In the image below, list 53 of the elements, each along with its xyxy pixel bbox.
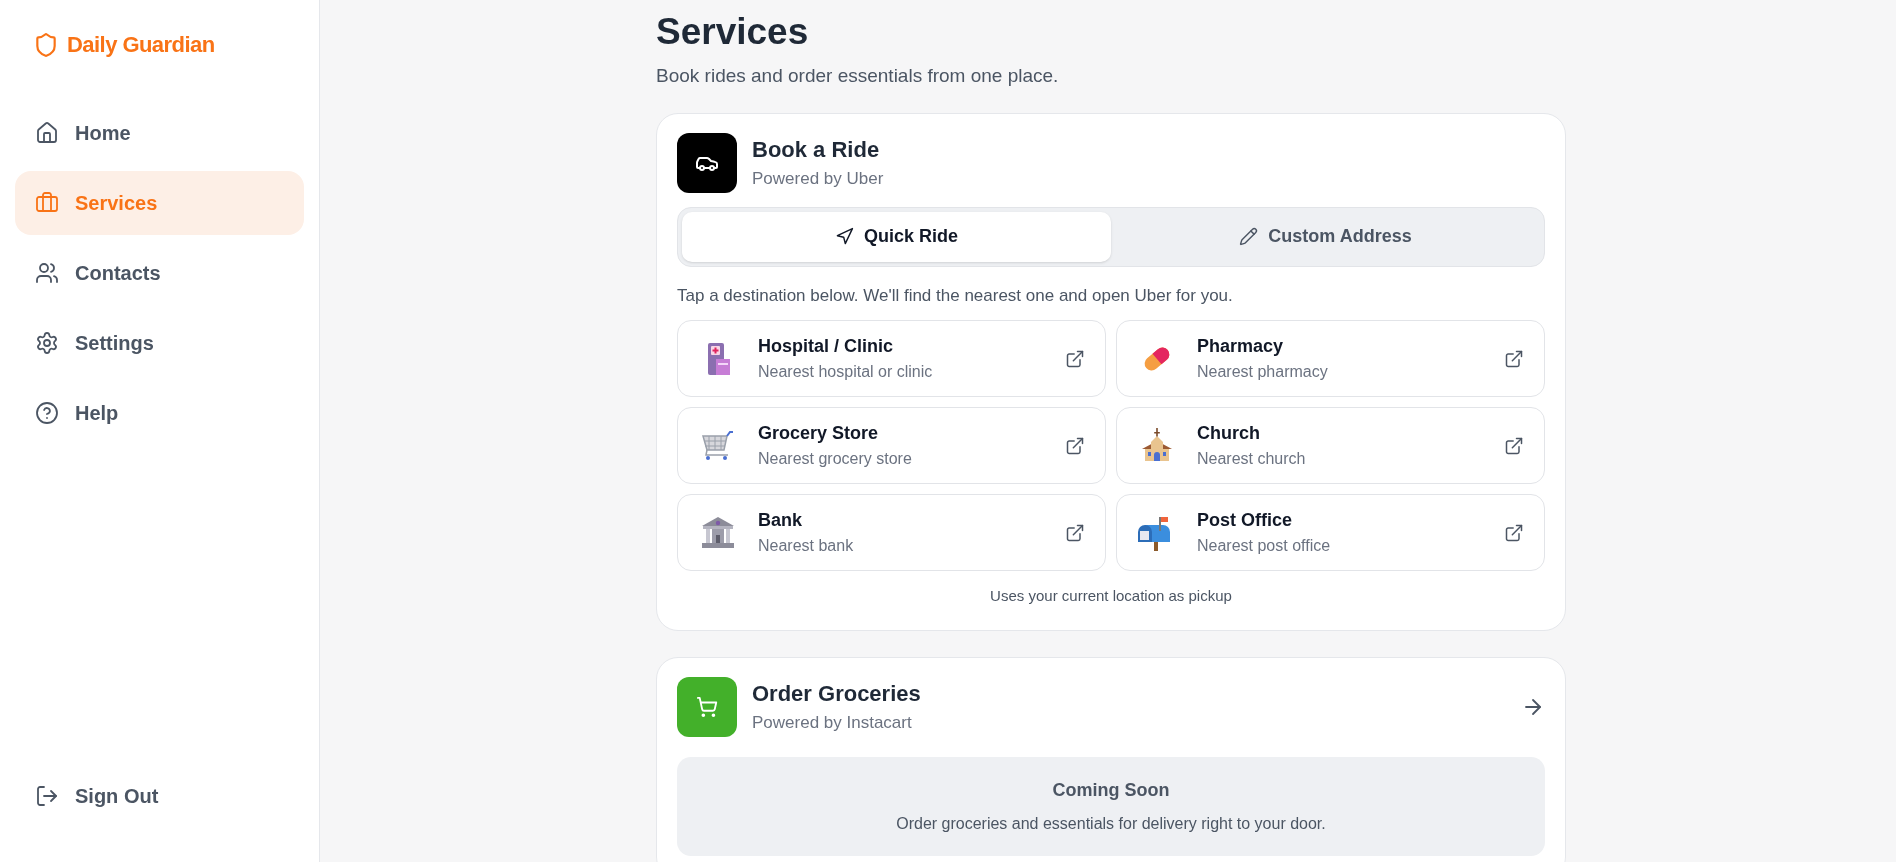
external-link-icon bbox=[1065, 348, 1085, 369]
destination-title: Pharmacy bbox=[1197, 335, 1285, 358]
destination-tile[interactable]: Grocery Store Nearest grocery store bbox=[677, 407, 1106, 484]
destination-subtitle: Nearest church bbox=[1197, 449, 1307, 469]
sidebar-item[interactable]: Contacts bbox=[15, 241, 304, 305]
home-icon bbox=[35, 121, 59, 145]
settings-icon bbox=[35, 331, 59, 355]
destination-subtitle: Nearest post office bbox=[1197, 536, 1332, 556]
brand-name: Daily Guardian bbox=[67, 31, 215, 59]
external-link-icon bbox=[1504, 348, 1524, 369]
destination-title: Bank bbox=[758, 509, 803, 532]
sidebar-item[interactable]: Settings bbox=[15, 311, 304, 375]
destination-tile[interactable]: Hospital / Clinic Nearest hospital or clinic bbox=[677, 320, 1106, 397]
briefcase-icon bbox=[35, 191, 59, 215]
destination-tile[interactable]: Bank Nearest bank bbox=[677, 494, 1106, 571]
card-subtitle: Powered by Uber bbox=[752, 168, 884, 191]
ride-mode-tab[interactable]: Custom Address bbox=[1111, 211, 1540, 262]
destination-subtitle: Nearest bank bbox=[758, 536, 855, 556]
destination-hint: Tap a destination below. We'll find the nearest one and open Uber for you. bbox=[677, 284, 1234, 307]
destination-title: Grocery Store bbox=[758, 422, 880, 445]
external-link-icon bbox=[1504, 522, 1524, 543]
page-title: Services bbox=[656, 10, 810, 54]
page-subtitle: Book rides and order essentials from one place. bbox=[656, 64, 1060, 88]
destination-tile[interactable]: Pharmacy Nearest pharmacy bbox=[1116, 320, 1545, 397]
ride-mode-tab[interactable]: Quick Ride bbox=[682, 211, 1111, 262]
destination-title: Hospital / Clinic bbox=[758, 335, 895, 358]
cart-icon bbox=[677, 676, 737, 737]
destination-title: Church bbox=[1197, 422, 1261, 445]
pickup-note: Uses your current location as pickup bbox=[989, 586, 1233, 606]
notice-text: Order groceries and essentials for delivery right to your door. bbox=[896, 813, 1326, 834]
card-title: Book a Ride bbox=[752, 136, 881, 165]
sidebar-item[interactable]: Home bbox=[15, 101, 304, 165]
car-icon bbox=[677, 132, 737, 193]
destination-tile[interactable]: Post Office Nearest post office bbox=[1116, 494, 1545, 571]
pencil-icon bbox=[1239, 227, 1259, 246]
destination-tile[interactable]: Church Nearest church bbox=[1116, 407, 1545, 484]
sign-out-icon bbox=[35, 784, 59, 808]
card-subtitle: Powered by Instacart bbox=[752, 712, 913, 735]
navigation-arrow-icon bbox=[835, 227, 854, 246]
people-icon bbox=[35, 261, 59, 285]
destination-subtitle: Nearest hospital or clinic bbox=[758, 362, 934, 382]
shield-icon bbox=[33, 31, 59, 58]
external-link-icon bbox=[1065, 522, 1085, 543]
notice-title: Coming Soon bbox=[1052, 778, 1170, 802]
destination-subtitle: Nearest grocery store bbox=[758, 449, 913, 469]
card-title: Order Groceries bbox=[752, 680, 922, 709]
help-icon bbox=[35, 401, 59, 425]
sidebar-item[interactable]: Help bbox=[15, 381, 304, 445]
destination-subtitle: Nearest pharmacy bbox=[1197, 362, 1329, 382]
sign-out-button[interactable]: Sign Out bbox=[15, 768, 304, 824]
external-link-icon bbox=[1504, 435, 1524, 456]
external-link-icon bbox=[1065, 435, 1085, 456]
destination-title: Post Office bbox=[1197, 509, 1294, 532]
